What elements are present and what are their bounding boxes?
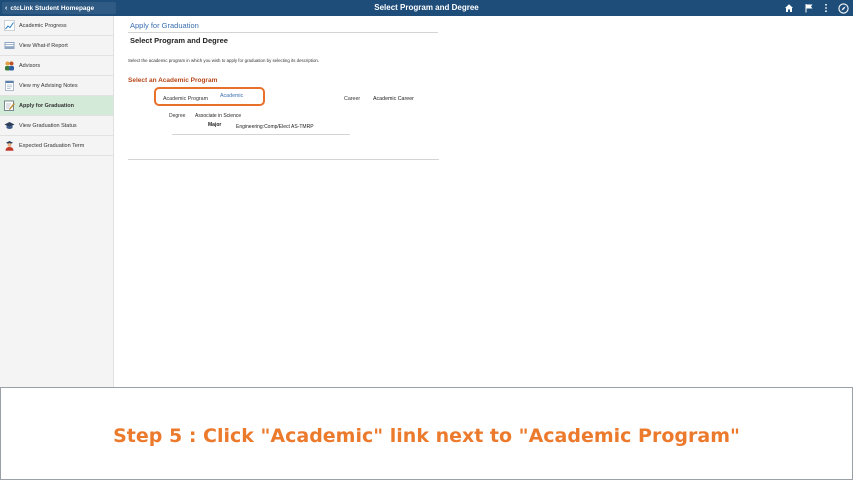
instruction-text: Select the academic program in which you…: [128, 58, 320, 63]
graduation-cap-icon: [4, 122, 15, 129]
graduate-person-icon: [5, 141, 14, 151]
sidebar-item-label: Advisors: [19, 62, 41, 69]
academic-program-label: Academic Program: [163, 96, 209, 102]
home-icon[interactable]: [784, 3, 794, 13]
flag-icon[interactable]: [804, 3, 814, 13]
breadcrumb: Apply for Graduation: [130, 21, 199, 30]
career-label: Career: [344, 96, 361, 102]
sidebar-item-what-if-report[interactable]: View What-if Report: [0, 36, 113, 56]
sidebar-item-advising-notes[interactable]: View my Advising Notes: [0, 76, 113, 96]
page-header-title: Select Program and Degree: [374, 3, 479, 12]
sidebar-item-label: Apply for Graduation: [19, 102, 74, 109]
page-title: Select Program and Degree: [130, 36, 228, 45]
top-banner: ‹ ctcLink Student Homepage Select Progra…: [0, 0, 853, 16]
notes-icon: [5, 80, 14, 91]
more-vertical-icon[interactable]: [824, 3, 828, 13]
report-icon: [4, 42, 15, 49]
section-title: Select an Academic Program: [128, 77, 218, 84]
divider: [172, 134, 350, 135]
major-label: Major: [208, 122, 222, 128]
sidebar-item-graduation-status[interactable]: View Graduation Status: [0, 116, 113, 136]
sidebar-item-label: View What-if Report: [19, 42, 68, 49]
sidebar-item-academic-progress[interactable]: Academic Progress: [0, 16, 113, 36]
step-instruction-text: Step 5 : Click "Academic" link next to "…: [113, 425, 740, 447]
edit-form-icon: [4, 100, 15, 111]
degree-value: Associate in Science: [195, 113, 242, 119]
people-icon: [5, 61, 14, 71]
degree-label: Degree: [169, 113, 186, 119]
sidebar-item-apply-for-graduation[interactable]: Apply for Graduation: [0, 96, 113, 116]
divider: [128, 159, 439, 160]
main-content: Apply for Graduation Select Program and …: [114, 16, 853, 387]
chart-line-icon: [4, 20, 15, 31]
sidebar-item-expected-graduation-term[interactable]: Expected Graduation Term: [0, 136, 113, 156]
sidebar-item-label: View my Advising Notes: [19, 82, 78, 89]
sidebar-item-advisors[interactable]: Advisors: [0, 56, 113, 76]
divider: [128, 32, 438, 33]
career-value: Academic Career: [373, 96, 414, 102]
academic-program-link[interactable]: Academic: [220, 93, 243, 99]
sidebar-item-label: Academic Progress: [19, 22, 67, 29]
sidebar-item-label: View Graduation Status: [19, 122, 77, 129]
navbar-compass-icon[interactable]: [838, 2, 849, 14]
step-instruction-panel: Step 5 : Click "Academic" link next to "…: [0, 387, 853, 480]
sidebar-item-label: Expected Graduation Term: [19, 142, 85, 149]
left-navigation: Academic Progress View What-if Report Ad…: [0, 16, 114, 387]
header-actions: [784, 0, 849, 16]
major-value: Engineering:Comp/Elect AS-TMRP: [236, 124, 314, 130]
